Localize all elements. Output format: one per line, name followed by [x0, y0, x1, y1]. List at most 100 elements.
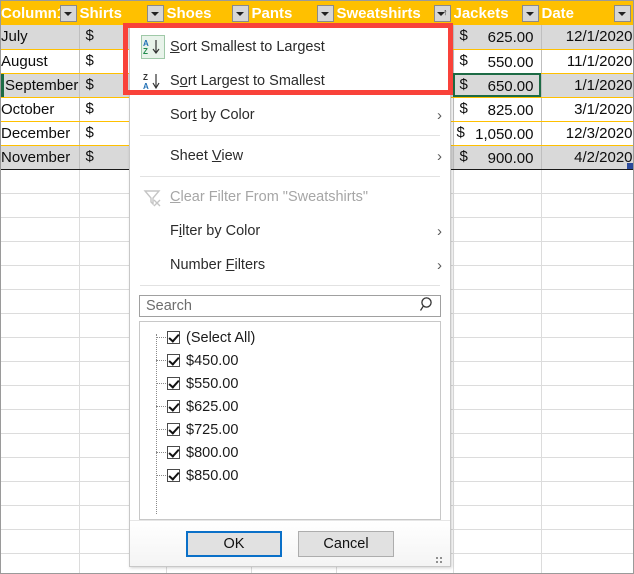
empty-cell[interactable]: [453, 169, 541, 193]
empty-cell[interactable]: [1, 169, 79, 193]
cell-jackets[interactable]: $ 1,050.00: [453, 121, 541, 145]
filter-value-list[interactable]: (Select All) $450.00 $550.00 $625.00: [139, 321, 441, 520]
empty-cell[interactable]: [541, 313, 633, 337]
list-item[interactable]: $850.00: [140, 464, 440, 487]
cell-month[interactable]: August: [1, 49, 79, 73]
cell-month[interactable]: July: [1, 25, 79, 49]
empty-cell[interactable]: [1, 361, 79, 385]
empty-cell[interactable]: [453, 505, 541, 529]
empty-cell[interactable]: [541, 409, 633, 433]
column-header-pants[interactable]: Pants: [251, 1, 336, 25]
checkbox[interactable]: [167, 377, 180, 390]
empty-cell[interactable]: [541, 433, 633, 457]
empty-cell[interactable]: [453, 217, 541, 241]
selection-fill-handle[interactable]: [539, 95, 542, 98]
empty-cell[interactable]: [453, 337, 541, 361]
empty-cell[interactable]: [541, 241, 633, 265]
cell-jackets[interactable]: $ 900.00: [453, 145, 541, 169]
empty-cell[interactable]: [541, 169, 633, 193]
empty-cell[interactable]: [541, 505, 633, 529]
empty-cell[interactable]: [1, 481, 79, 505]
empty-cell[interactable]: [541, 529, 633, 553]
empty-cell[interactable]: [453, 313, 541, 337]
checkbox[interactable]: [167, 354, 180, 367]
empty-cell[interactable]: [453, 457, 541, 481]
menu-item-number-filters[interactable]: Number Filters ›: [130, 248, 450, 282]
menu-item-sheet-view[interactable]: Sheet View ›: [130, 139, 450, 173]
filter-dropdown-icon-jackets[interactable]: [522, 5, 539, 22]
menu-item-sort-by-color[interactable]: Sort by Color ›: [130, 98, 450, 132]
empty-cell[interactable]: [453, 385, 541, 409]
column-header-jackets[interactable]: Jackets: [453, 1, 541, 25]
empty-cell[interactable]: [1, 313, 79, 337]
empty-cell[interactable]: [453, 529, 541, 553]
cell-date[interactable]: 11/1/2020: [541, 49, 633, 73]
filter-dropdown-sorted-icon-sweatshirts[interactable]: ↑: [434, 5, 451, 22]
empty-cell[interactable]: [541, 193, 633, 217]
empty-cell[interactable]: [453, 433, 541, 457]
empty-cell[interactable]: [1, 409, 79, 433]
cell-date[interactable]: 3/1/2020: [541, 97, 633, 121]
cell-month[interactable]: September: [1, 73, 79, 97]
empty-cell[interactable]: [1, 241, 79, 265]
cell-jackets[interactable]: $ 550.00: [453, 49, 541, 73]
cell-month[interactable]: October: [1, 97, 79, 121]
empty-cell[interactable]: [1, 505, 79, 529]
filter-dropdown-icon-pants[interactable]: [317, 5, 334, 22]
menu-item-sort-largest-to-smallest[interactable]: Z A Sort Largest to Smallest: [130, 64, 450, 98]
empty-cell[interactable]: [1, 337, 79, 361]
empty-cell[interactable]: [1, 433, 79, 457]
cell-month[interactable]: November: [1, 145, 79, 169]
menu-item-sort-smallest-to-largest[interactable]: A Z Sort Smallest to Largest: [130, 30, 450, 64]
list-item[interactable]: $725.00: [140, 418, 440, 441]
cell-date[interactable]: 4/2/2020: [541, 145, 633, 169]
cell-jackets[interactable]: $ 625.00: [453, 25, 541, 49]
filter-dropdown-icon-date[interactable]: [614, 5, 631, 22]
empty-cell[interactable]: [1, 289, 79, 313]
checkbox[interactable]: [167, 423, 180, 436]
table-resize-corner-icon[interactable]: [627, 163, 633, 169]
list-item[interactable]: $550.00: [140, 372, 440, 395]
empty-cell[interactable]: [541, 337, 633, 361]
filter-dropdown-icon-shirts[interactable]: [147, 5, 164, 22]
empty-cell[interactable]: [453, 553, 541, 574]
empty-cell[interactable]: [453, 361, 541, 385]
empty-cell[interactable]: [453, 409, 541, 433]
search-box[interactable]: [139, 295, 441, 317]
cell-jackets-selected[interactable]: $ 650.00: [453, 73, 541, 97]
ok-button[interactable]: OK: [186, 531, 282, 557]
filter-dropdown-icon-shoes[interactable]: [232, 5, 249, 22]
empty-cell[interactable]: [453, 265, 541, 289]
empty-cell[interactable]: [1, 529, 79, 553]
checkbox[interactable]: [167, 400, 180, 413]
cell-date[interactable]: 12/3/2020: [541, 121, 633, 145]
column-header-shoes[interactable]: Shoes: [166, 1, 251, 25]
resize-grip-icon[interactable]: [436, 553, 446, 563]
checkbox[interactable]: [167, 446, 180, 459]
cell-date[interactable]: 12/1/2020: [541, 25, 633, 49]
filter-dropdown-icon-column1[interactable]: [60, 5, 77, 22]
empty-cell[interactable]: [1, 217, 79, 241]
empty-cell[interactable]: [541, 481, 633, 505]
empty-cell[interactable]: [1, 553, 79, 574]
empty-cell[interactable]: [1, 385, 79, 409]
empty-cell[interactable]: [541, 289, 633, 313]
column-header-date[interactable]: Date: [541, 1, 633, 25]
checkbox[interactable]: [167, 469, 180, 482]
empty-cell[interactable]: [541, 361, 633, 385]
empty-cell[interactable]: [453, 193, 541, 217]
column-header-sweatshirts[interactable]: Sweatshirts ↑: [336, 1, 453, 25]
search-magnifier-icon[interactable]: [419, 296, 436, 317]
empty-cell[interactable]: [453, 289, 541, 313]
search-input[interactable]: [144, 297, 419, 315]
empty-cell[interactable]: [541, 217, 633, 241]
list-item-select-all[interactable]: (Select All): [140, 326, 440, 349]
list-item[interactable]: $625.00: [140, 395, 440, 418]
menu-item-filter-by-color[interactable]: Filter by Color ›: [130, 214, 450, 248]
list-item[interactable]: $800.00: [140, 441, 440, 464]
list-item[interactable]: $450.00: [140, 349, 440, 372]
empty-cell[interactable]: [1, 265, 79, 289]
empty-cell[interactable]: [541, 553, 633, 574]
cell-month[interactable]: December: [1, 121, 79, 145]
empty-cell[interactable]: [453, 481, 541, 505]
